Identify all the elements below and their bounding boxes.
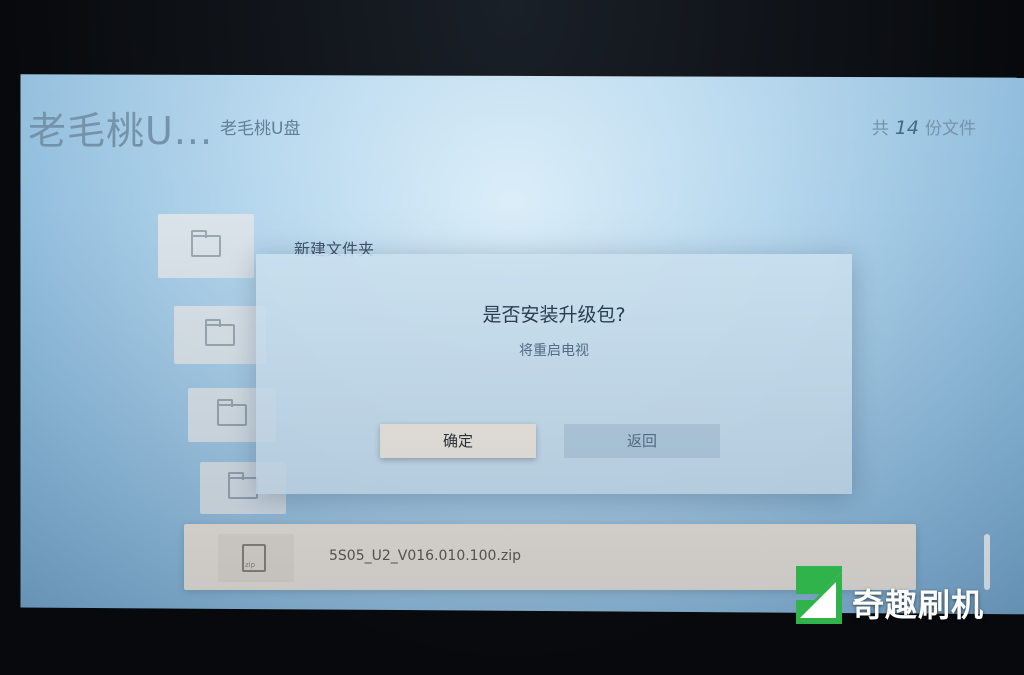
page-title: 老毛桃U... (28, 109, 214, 153)
back-button[interactable]: 返回 (564, 424, 720, 458)
upgrade-dialog: 是否安装升级包? 将重启电视 确定 返回 (256, 254, 852, 494)
folder-icon (205, 319, 235, 346)
file-count-prefix: 共 (871, 119, 889, 139)
file-count: 共 14 份文件 (872, 114, 976, 139)
dialog-message: 将重启电视 (519, 343, 589, 359)
list-item[interactable] (174, 306, 266, 364)
file-count-number: 14 (894, 117, 919, 139)
zip-file-icon (242, 544, 266, 572)
logo-mark-icon (796, 566, 842, 624)
file-count-suffix: 份文件 (925, 119, 976, 139)
folder-icon (191, 230, 221, 257)
dialog-title: 是否安装升级包? (482, 304, 626, 326)
confirm-button[interactable]: 确定 (380, 424, 536, 458)
folder-icon (228, 472, 258, 499)
list-item[interactable] (158, 214, 254, 278)
file-name: 5S05_U2_V016.010.100.zip (329, 548, 521, 564)
breadcrumb: 老毛桃U盘 (220, 119, 301, 139)
watermark-logo: 奇趣刷机 (796, 566, 1006, 628)
zip-file-tile (218, 534, 294, 582)
watermark-text: 奇趣刷机 (852, 586, 985, 624)
folder-icon (217, 399, 247, 426)
